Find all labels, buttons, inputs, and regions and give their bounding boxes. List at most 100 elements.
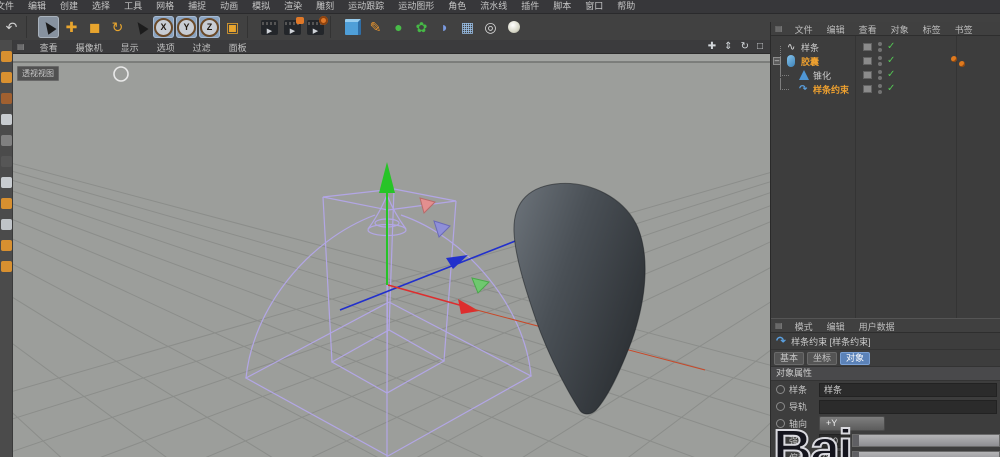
object-name[interactable]: 胶囊: [801, 55, 819, 68]
menu-item-运动图形[interactable]: 运动图形: [391, 0, 441, 13]
menu-item-雕刻[interactable]: 雕刻: [309, 0, 341, 13]
lock-y-axis-button[interactable]: Y: [176, 16, 197, 38]
visibility-dots[interactable]: [878, 56, 882, 68]
menu-item-模拟[interactable]: 模拟: [245, 0, 277, 13]
object-row-样条[interactable]: ∿样条✓: [771, 40, 1000, 54]
object-row-锥化[interactable]: 锥化 ✓: [771, 68, 1000, 82]
object-row-胶囊[interactable]: –胶囊✓: [771, 54, 1000, 68]
render-to-picture-viewer-button[interactable]: ▶: [282, 16, 303, 38]
move-button[interactable]: ✚: [61, 16, 82, 38]
enable-axis-button[interactable]: [1, 198, 12, 209]
coordinate-system-button[interactable]: ▣: [222, 16, 243, 38]
menu-item-流水线[interactable]: 流水线: [473, 0, 514, 13]
floor-button[interactable]: ▦: [457, 16, 478, 38]
om-menu-对象[interactable]: 对象: [884, 25, 916, 35]
menu-item-运动跟踪[interactable]: 运动跟踪: [341, 0, 391, 13]
layer-toggle[interactable]: [863, 43, 872, 51]
field-button[interactable]: ◗: [434, 16, 455, 38]
menu-item-插件[interactable]: 插件: [514, 0, 546, 13]
deformer-button[interactable]: ✿: [411, 16, 432, 38]
lock-x-axis-button[interactable]: X: [153, 16, 174, 38]
workplane-mode-button[interactable]: [1, 114, 12, 125]
object-tag[interactable]: [959, 61, 965, 67]
rotate-button[interactable]: ↻: [107, 16, 128, 38]
yz-plane-handle[interactable]: [434, 221, 450, 237]
slider-handle[interactable]: [853, 435, 859, 446]
edge-mode-button[interactable]: [1, 156, 12, 167]
menu-item-工具[interactable]: 工具: [117, 0, 149, 13]
enabled-check[interactable]: ✓: [887, 55, 895, 66]
spline-pen-button[interactable]: ✎: [365, 16, 386, 38]
camera-button[interactable]: ◎: [480, 16, 501, 38]
menu-item-网格[interactable]: 网格: [149, 0, 181, 13]
toggle-view-icon[interactable]: □: [753, 40, 767, 53]
menu-item-文件[interactable]: 文件: [0, 0, 21, 13]
render-visibility-dot[interactable]: [878, 48, 882, 52]
keyframe-ring-icon[interactable]: [776, 385, 785, 394]
viewport-menu-过滤[interactable]: 过滤: [184, 43, 220, 53]
layer-toggle[interactable]: [863, 57, 872, 65]
tab-基本[interactable]: 基本: [774, 352, 804, 365]
subdivision-surface-button[interactable]: ●: [388, 16, 409, 38]
enabled-check[interactable]: ✓: [887, 69, 895, 80]
visibility-dots[interactable]: [878, 42, 882, 54]
undo-button[interactable]: ↶: [1, 16, 22, 38]
viewport-menu-显示[interactable]: 显示: [112, 43, 148, 53]
am-menu-编辑[interactable]: 编辑: [820, 322, 852, 332]
light-button[interactable]: [503, 16, 524, 38]
om-menu-编辑[interactable]: 编辑: [820, 25, 852, 35]
live-selection-button[interactable]: [38, 16, 59, 38]
menu-item-动画[interactable]: 动画: [213, 0, 245, 13]
slider-handle[interactable]: [853, 452, 859, 457]
layer-toggle[interactable]: [863, 85, 872, 93]
texture-mode-button[interactable]: [1, 93, 12, 104]
om-menu-文件[interactable]: 文件: [788, 25, 820, 35]
x-axis-arrow[interactable]: [458, 299, 479, 314]
editor-visibility-dot[interactable]: [878, 70, 882, 74]
am-menu-模式[interactable]: 模式: [788, 322, 820, 332]
menu-item-角色[interactable]: 角色: [441, 0, 473, 13]
menu-item-创建[interactable]: 创建: [53, 0, 85, 13]
keyframe-ring-icon[interactable]: [776, 402, 785, 411]
object-row-样条约束[interactable]: ↷样条约束✓: [771, 82, 1000, 96]
render-settings-button[interactable]: ▶: [305, 16, 326, 38]
viewport[interactable]: ▤ 查看摄像机显示选项过滤面板 ✚⇕↻□ 透视视图: [13, 40, 770, 457]
menu-item-脚本[interactable]: 脚本: [546, 0, 578, 13]
view-label[interactable]: 透视视图: [17, 66, 59, 81]
polygon-mode-button[interactable]: [1, 177, 12, 188]
render-visibility-dot[interactable]: [878, 62, 882, 66]
y-axis-arrow[interactable]: [379, 162, 395, 193]
deformed-capsule-object[interactable]: [514, 183, 645, 414]
menu-item-帮助[interactable]: 帮助: [610, 0, 642, 13]
make-editable-button[interactable]: [1, 51, 12, 62]
last-used-tool-button[interactable]: [130, 16, 151, 38]
editor-visibility-dot[interactable]: [878, 42, 882, 46]
tab-坐标[interactable]: 坐标: [807, 352, 837, 365]
render-visibility-dot[interactable]: [878, 76, 882, 80]
om-menu-标签[interactable]: 标签: [916, 25, 948, 35]
viewport-menu-选项[interactable]: 选项: [148, 43, 184, 53]
render-view-button[interactable]: ▶: [259, 16, 280, 38]
om-menu-书签[interactable]: 书签: [948, 25, 980, 35]
menu-item-编辑[interactable]: 编辑: [21, 0, 53, 13]
menu-item-渲染[interactable]: 渲染: [277, 0, 309, 13]
menu-item-窗口[interactable]: 窗口: [578, 0, 610, 13]
menu-item-选择[interactable]: 选择: [85, 0, 117, 13]
tab-对象[interactable]: 对象: [840, 352, 870, 365]
layer-toggle[interactable]: [863, 71, 872, 79]
value-slider[interactable]: [852, 434, 1000, 447]
viewport-menu-面板[interactable]: 面板: [220, 43, 256, 53]
snapping-button[interactable]: [1, 240, 12, 251]
point-mode-button[interactable]: [1, 135, 12, 146]
object-name[interactable]: 样条约束: [813, 83, 849, 96]
object-name[interactable]: 锥化: [813, 69, 831, 82]
editor-visibility-dot[interactable]: [878, 84, 882, 88]
viewport-menu-grip-icon[interactable]: ▤: [17, 42, 25, 51]
value-slider[interactable]: [852, 451, 1000, 457]
link-field[interactable]: [819, 400, 997, 414]
object-tag[interactable]: [951, 56, 957, 62]
editor-visibility-dot[interactable]: [878, 56, 882, 60]
am-menu-用户数据[interactable]: 用户数据: [852, 322, 902, 332]
menu-item-捕捉[interactable]: 捕捉: [181, 0, 213, 13]
viewport-menu-摄像机[interactable]: 摄像机: [67, 43, 112, 53]
